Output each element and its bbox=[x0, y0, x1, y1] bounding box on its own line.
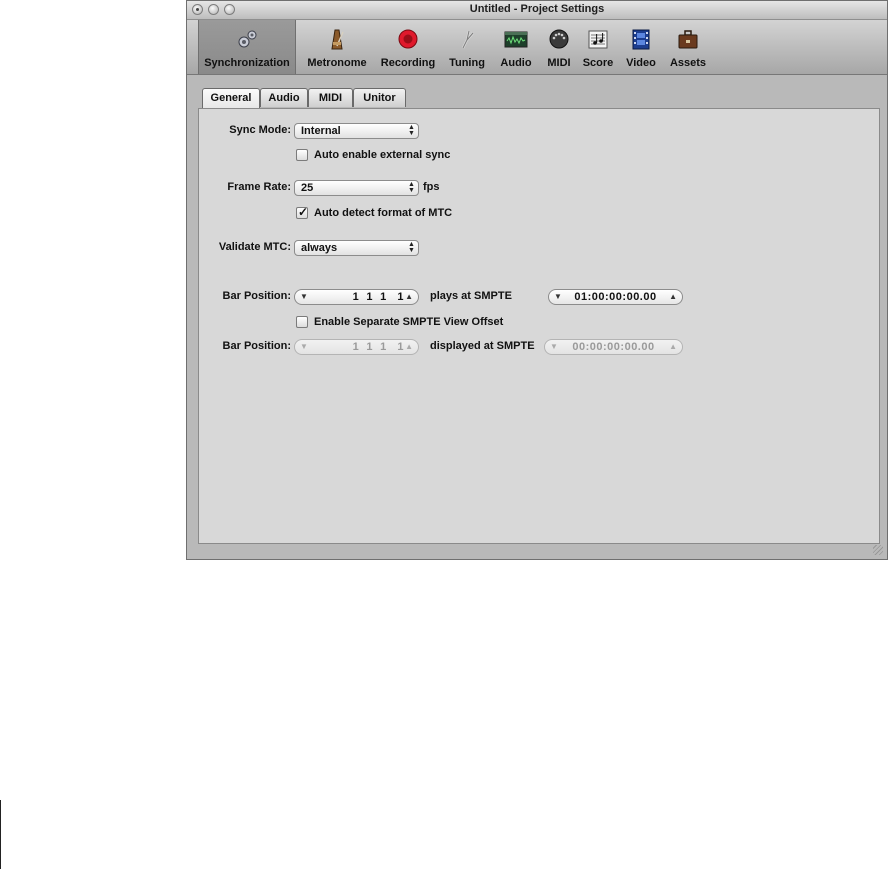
validate-mtc-label: Validate MTC: bbox=[218, 241, 291, 253]
bar-position-2-field: ▼ 1 1 1 1 ▲ bbox=[294, 339, 419, 355]
project-settings-window: Untitled - Project Settings Synchronizat… bbox=[186, 0, 888, 560]
tab-general[interactable]: General bbox=[202, 88, 260, 109]
window-title: Untitled - Project Settings bbox=[469, 3, 605, 15]
midi-connector-icon bbox=[549, 29, 569, 49]
increment-arrow-icon[interactable]: ▲ bbox=[405, 290, 413, 304]
popup-arrows-icon: ▲ ▼ bbox=[408, 181, 415, 194]
fps-label: fps bbox=[423, 181, 440, 193]
gears-icon bbox=[238, 30, 257, 48]
plays-at-smpte-label: plays at SMPTE bbox=[430, 290, 512, 302]
toolbar-assets[interactable]: Assets bbox=[663, 20, 713, 74]
tuning-fork-icon bbox=[461, 30, 474, 49]
toolbar-video[interactable]: Video bbox=[619, 20, 663, 74]
tab-audio[interactable]: Audio bbox=[260, 88, 308, 107]
frame-rate-value: 25 bbox=[301, 182, 314, 194]
smpte-display-field: ▼ 00:00:00:00.00 ▲ bbox=[544, 339, 683, 355]
page-edge-line bbox=[0, 800, 1, 869]
bar-position-value: 1 1 1 1 bbox=[352, 291, 404, 303]
tab-unitor[interactable]: Unitor bbox=[353, 88, 406, 107]
sync-mode-label: Sync Mode: bbox=[229, 124, 291, 136]
toolbar-label: Assets bbox=[669, 57, 707, 69]
film-icon bbox=[632, 29, 650, 50]
decrement-arrow-icon[interactable]: ▼ bbox=[554, 290, 562, 304]
record-icon bbox=[398, 29, 418, 49]
smpte-position-field[interactable]: ▼ 01:00:00:00.00 ▲ bbox=[548, 289, 683, 305]
decrement-arrow-icon: ▼ bbox=[300, 342, 308, 351]
briefcase-icon bbox=[678, 30, 698, 49]
frame-rate-label: Frame Rate: bbox=[227, 181, 291, 193]
smpte-position-value: 01:00:00:00.00 bbox=[574, 291, 657, 303]
tab-midi[interactable]: MIDI bbox=[308, 88, 353, 107]
toolbar-label: Audio bbox=[500, 57, 532, 69]
toolbar: Synchronization Metronome Recording Tuni… bbox=[187, 20, 887, 75]
frame-rate-popup[interactable]: 25 ▲ ▼ bbox=[294, 180, 419, 196]
general-panel: Sync Mode: Internal ▲ ▼ Auto enable exter… bbox=[198, 108, 880, 544]
auto-detect-mtc-checkbox[interactable]: ✓ bbox=[296, 205, 309, 219]
increment-arrow-icon[interactable]: ▲ bbox=[669, 290, 677, 304]
toolbar-synchronization[interactable]: Synchronization bbox=[198, 20, 296, 74]
popup-arrows-icon: ▲ ▼ bbox=[408, 241, 415, 254]
toolbar-midi[interactable]: MIDI bbox=[539, 20, 579, 74]
toolbar-label: MIDI bbox=[547, 57, 571, 69]
toolbar-score[interactable]: Score bbox=[579, 20, 617, 74]
toolbar-audio[interactable]: Audio bbox=[493, 20, 539, 74]
bar-position-2-label: Bar Position: bbox=[222, 340, 291, 352]
toolbar-metronome[interactable]: Metronome bbox=[295, 20, 379, 74]
smpte-display-value: 00:00:00:00.00 bbox=[572, 341, 655, 353]
waveform-icon bbox=[504, 31, 528, 48]
toolbar-label: Score bbox=[582, 57, 614, 69]
popup-arrows-icon: ▲ ▼ bbox=[408, 124, 415, 137]
sync-mode-value: Internal bbox=[301, 125, 341, 137]
validate-mtc-popup[interactable]: always ▲ ▼ bbox=[294, 240, 419, 256]
bar-position-field[interactable]: ▼ 1 1 1 1 ▲ bbox=[294, 289, 419, 305]
toolbar-label: Recording bbox=[380, 57, 436, 69]
toolbar-tuning[interactable]: Tuning bbox=[443, 20, 491, 74]
toolbar-label: Synchronization bbox=[204, 57, 290, 69]
toolbar-label: Tuning bbox=[449, 57, 485, 69]
sync-mode-popup[interactable]: Internal ▲ ▼ bbox=[294, 123, 419, 139]
auto-detect-mtc-label: Auto detect format of MTC bbox=[314, 207, 453, 219]
decrement-arrow-icon[interactable]: ▼ bbox=[300, 290, 308, 304]
increment-arrow-icon: ▲ bbox=[669, 342, 677, 351]
title-bar[interactable]: Untitled - Project Settings bbox=[187, 1, 887, 20]
metronome-icon bbox=[331, 29, 344, 50]
increment-arrow-icon: ▲ bbox=[405, 342, 413, 351]
displayed-at-smpte-label: displayed at SMPTE bbox=[430, 340, 535, 352]
auto-enable-sync-label: Auto enable external sync bbox=[314, 149, 451, 161]
bar-position-2-value: 1 1 1 1 bbox=[352, 341, 404, 353]
auto-enable-sync-checkbox[interactable] bbox=[296, 149, 308, 161]
checkmark-icon: ✓ bbox=[298, 205, 309, 219]
enable-smpte-offset-label: Enable Separate SMPTE View Offset bbox=[314, 316, 504, 328]
validate-mtc-value: always bbox=[301, 242, 338, 254]
resize-handle[interactable] bbox=[873, 545, 883, 555]
decrement-arrow-icon: ▼ bbox=[550, 342, 558, 351]
bar-position-label: Bar Position: bbox=[222, 290, 291, 302]
toolbar-label: Video bbox=[626, 57, 656, 69]
toolbar-recording[interactable]: Recording bbox=[377, 20, 439, 74]
enable-smpte-offset-checkbox[interactable] bbox=[296, 316, 308, 328]
score-notes-icon bbox=[588, 30, 608, 49]
toolbar-label: Metronome bbox=[307, 57, 367, 69]
